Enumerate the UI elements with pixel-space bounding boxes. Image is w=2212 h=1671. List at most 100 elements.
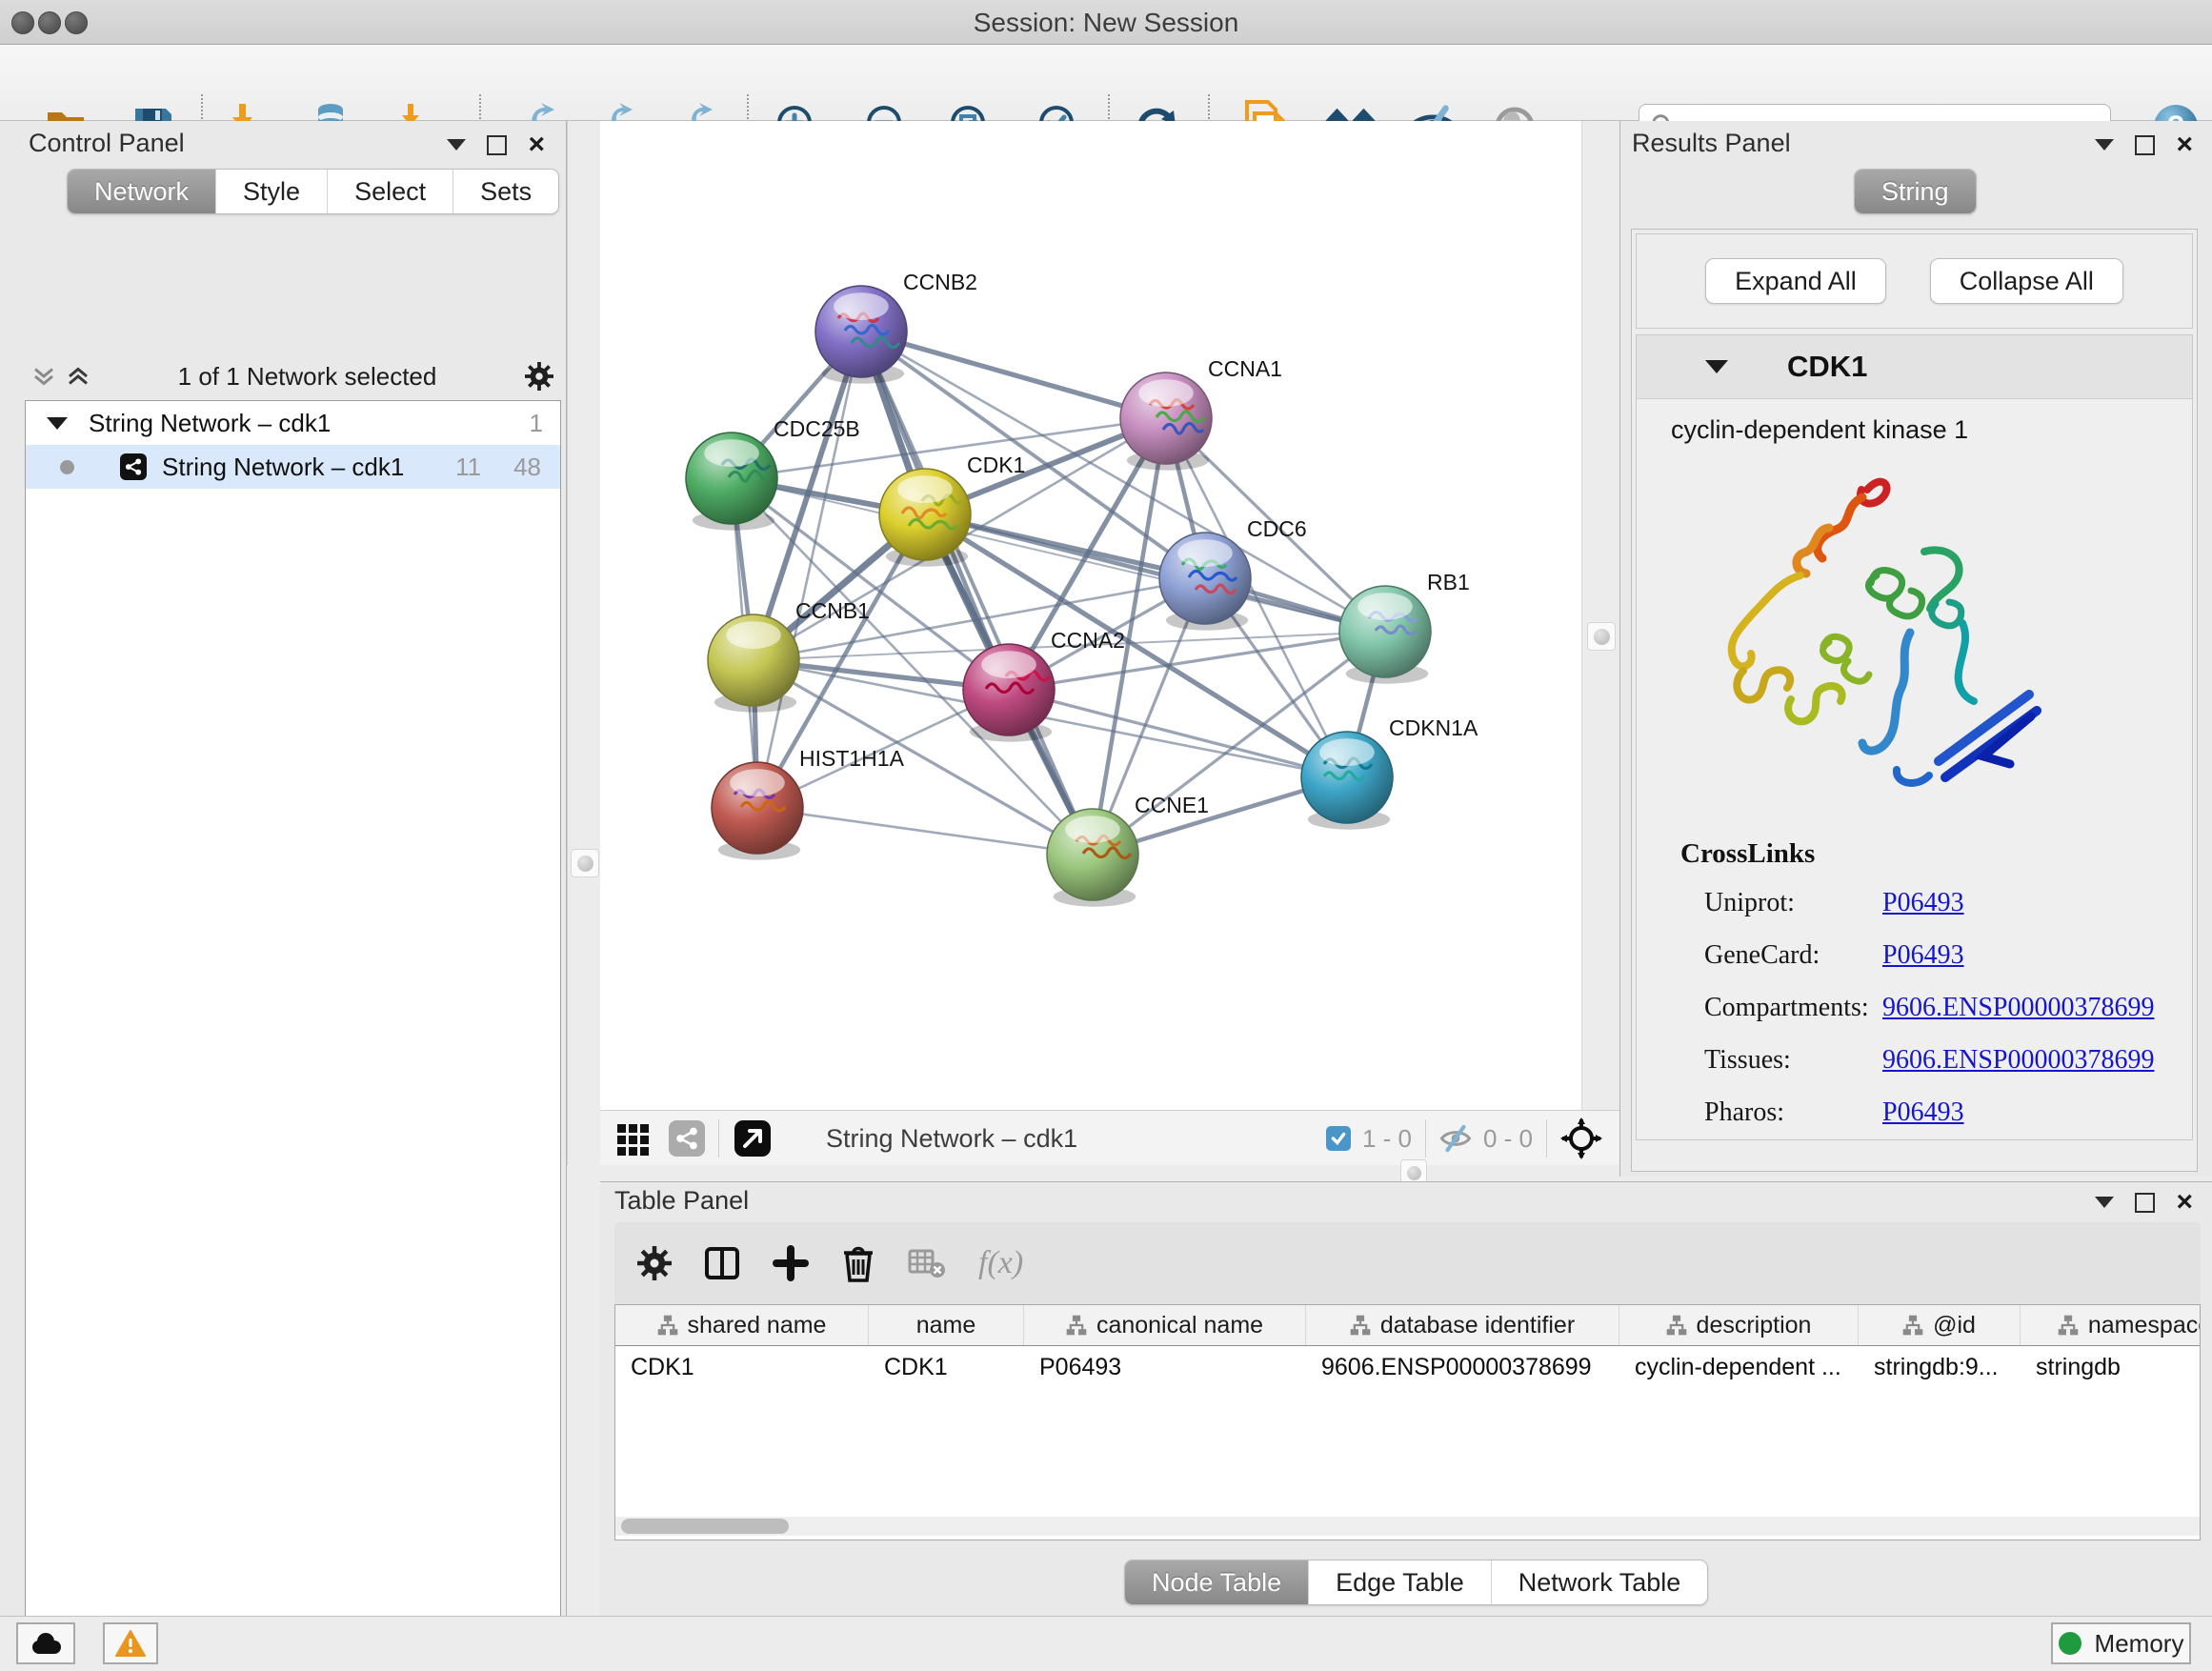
network-node-CDC25B[interactable]: CDC25B <box>686 416 860 531</box>
table-hscrollbar-thumb[interactable] <box>621 1519 789 1534</box>
column-header-namespace[interactable]: namespace <box>2021 1305 2201 1345</box>
tab-select[interactable]: Select <box>327 170 452 213</box>
selected-checkbox-icon[interactable] <box>1326 1126 1351 1151</box>
panel-close-icon[interactable]: × <box>2176 134 2193 155</box>
memory-button[interactable]: Memory <box>2051 1622 2191 1664</box>
delete-table-icon[interactable] <box>908 1247 946 1279</box>
network-edge[interactable] <box>925 514 1385 632</box>
crosslink-row: GeneCard:P06493 <box>1704 940 2162 971</box>
tab-node-table[interactable]: Node Table <box>1125 1560 1308 1604</box>
control-panel: Control Panel × Network Style Select Set… <box>0 121 567 1616</box>
crosslink-label: Compartments: <box>1704 993 1882 1023</box>
table-cell[interactable]: CDK1 <box>869 1346 1024 1388</box>
divider <box>1425 1119 1426 1158</box>
string-network-icon <box>120 453 147 480</box>
panel-float-icon[interactable] <box>487 135 507 155</box>
crosslink-link[interactable]: 9606.ENSP00000378699 <box>1882 1045 2154 1076</box>
panel-menu-icon[interactable] <box>2095 139 2114 151</box>
tab-string[interactable]: String <box>1855 170 1976 213</box>
tab-style[interactable]: Style <box>215 170 327 213</box>
network-node-count: 11 <box>455 453 481 482</box>
network-node-RB1[interactable]: RB1 <box>1339 570 1470 684</box>
tab-network[interactable]: Network <box>68 170 215 213</box>
cloud-button[interactable] <box>16 1622 75 1664</box>
crosslink-link[interactable]: P06493 <box>1882 888 1964 918</box>
crosslink-label: Pharos: <box>1704 1097 1882 1128</box>
network-canvas[interactable]: CCNB2CCNA1CDC25BCDK1CDC6RB1CCNB1CCNA2CDK… <box>600 121 1581 1110</box>
network-edge[interactable] <box>861 332 1166 418</box>
network-edge[interactable] <box>757 332 861 808</box>
table-cell[interactable]: 9606.ENSP00000378699 <box>1306 1346 1619 1388</box>
cloud-icon <box>30 1632 62 1655</box>
table-cell[interactable]: stringdb:9... <box>1859 1346 2021 1388</box>
right-splitter-handle[interactable] <box>1587 622 1616 651</box>
crosslink-row: Pharos:P06493 <box>1704 1097 2162 1128</box>
network-edge[interactable] <box>757 808 1093 855</box>
collection-expander-icon[interactable] <box>47 417 68 430</box>
expand-all-button[interactable]: Expand All <box>1705 258 1886 304</box>
crosslink-link[interactable]: P06493 <box>1882 940 1964 971</box>
column-header-database-identifier[interactable]: database identifier <box>1306 1305 1619 1345</box>
delete-column-icon[interactable] <box>841 1244 875 1282</box>
table-settings-gear-icon[interactable] <box>637 1246 672 1280</box>
network-row-label: String Network – cdk1 <box>162 453 455 482</box>
crosslink-link[interactable]: P06493 <box>1882 1097 1964 1128</box>
table-cell[interactable]: stringdb <box>2021 1346 2201 1388</box>
status-bar: Memory <box>0 1616 2212 1671</box>
namespace-tree-icon <box>1902 1315 1923 1336</box>
network-collection-row[interactable]: String Network – cdk1 1 <box>26 401 560 445</box>
string-view-icon[interactable] <box>669 1120 705 1157</box>
function-builder-icon[interactable]: f(x) <box>978 1245 1023 1281</box>
main-toolbar: ? <box>0 45 2212 121</box>
network-node-CDK1[interactable]: CDK1 <box>879 453 1025 567</box>
panel-float-icon[interactable] <box>2135 135 2155 155</box>
tab-sets[interactable]: Sets <box>452 170 558 213</box>
entry-expander-icon[interactable] <box>1705 360 1728 373</box>
network-row[interactable]: String Network – cdk1 11 48 <box>26 445 560 489</box>
network-edge[interactable] <box>1009 690 1347 777</box>
network-edge[interactable] <box>861 332 1093 855</box>
tab-edge-table[interactable]: Edge Table <box>1308 1560 1491 1604</box>
panel-menu-icon[interactable] <box>447 139 466 151</box>
column-header--id[interactable]: @id <box>1859 1305 2021 1345</box>
table-cell[interactable]: cyclin-dependent ... <box>1619 1346 1859 1388</box>
column-header-shared-name[interactable]: shared name <box>615 1305 869 1345</box>
network-node-CCNB2[interactable]: CCNB2 <box>815 270 977 384</box>
crosslink-link[interactable]: 9606.ENSP00000378699 <box>1882 993 2154 1023</box>
panel-menu-icon[interactable] <box>2095 1197 2114 1208</box>
left-splitter[interactable] <box>567 121 602 1165</box>
table-hscrollbar[interactable] <box>615 1517 2200 1536</box>
panel-float-icon[interactable] <box>2135 1193 2155 1213</box>
network-node-CDKN1A[interactable]: CDKN1A <box>1301 715 1478 830</box>
collapse-all-button[interactable]: Collapse All <box>1930 258 2123 304</box>
panel-close-icon[interactable]: × <box>2176 1192 2193 1213</box>
node-label: CDC6 <box>1247 516 1307 541</box>
open-in-window-icon[interactable] <box>733 1118 773 1158</box>
tab-network-table[interactable]: Network Table <box>1491 1560 1708 1604</box>
table-cell[interactable]: P06493 <box>1024 1346 1306 1388</box>
right-splitter[interactable] <box>1581 121 1619 1165</box>
left-splitter-handle[interactable] <box>571 849 599 877</box>
crosslink-row: Compartments:9606.ENSP00000378699 <box>1704 993 2162 1023</box>
column-header-canonical-name[interactable]: canonical name <box>1024 1305 1306 1345</box>
network-node-HIST1H1A[interactable]: HIST1H1A <box>712 746 905 860</box>
collapse-all-icon[interactable] <box>32 364 55 389</box>
gear-icon[interactable] <box>525 362 553 391</box>
expand-all-icon[interactable] <box>67 364 90 389</box>
crosshair-icon[interactable] <box>1560 1117 1602 1159</box>
add-column-icon[interactable] <box>773 1245 809 1281</box>
table-row[interactable]: CDK1CDK1P064939606.ENSP00000378699cyclin… <box>615 1346 2200 1388</box>
gene-entry-header[interactable]: CDK1 <box>1637 335 2192 399</box>
table-cell[interactable]: CDK1 <box>615 1346 869 1388</box>
hidden-eye-icon[interactable] <box>1439 1124 1472 1153</box>
column-header-description[interactable]: description <box>1619 1305 1859 1345</box>
show-columns-icon[interactable] <box>704 1245 740 1281</box>
column-header-name[interactable]: name <box>869 1305 1024 1345</box>
warnings-button[interactable] <box>103 1622 158 1664</box>
node-label: CCNA2 <box>1051 628 1125 653</box>
node-table: shared namenamecanonical namedatabase id… <box>614 1304 2201 1540</box>
grid-mode-icon[interactable] <box>615 1120 652 1157</box>
panel-close-icon[interactable]: × <box>528 134 545 155</box>
titlebar: Session: New Session <box>0 0 2212 45</box>
application-window: Session: New Session <box>0 0 2212 1671</box>
